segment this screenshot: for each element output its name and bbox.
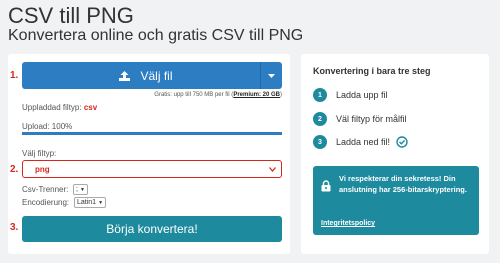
uploaded-type-label: Uppladdad filtyp: xyxy=(22,103,82,112)
choose-file-main[interactable]: Välj fil xyxy=(22,69,260,83)
page-subtitle: Konvertera online och gratis CSV till PN… xyxy=(8,27,304,44)
privacy-policy-link[interactable]: Integritetspolicy xyxy=(321,220,375,227)
check-circle-icon xyxy=(396,136,408,148)
step-row-3: 3 Ladda ned fil! xyxy=(313,135,408,149)
upload-progress-fill xyxy=(22,132,282,135)
step-row-1: 1 Ladda upp fil xyxy=(313,88,388,102)
select-arrow-icon: ▼ xyxy=(98,199,104,206)
steps-panel: Konvertering i bara tre steg 1 Ladda upp… xyxy=(301,54,489,254)
chevron-down-icon xyxy=(269,166,276,172)
converter-panel: 1. Välj fil Gratis: upp till 750 MB per … xyxy=(8,54,290,254)
csv-separator-select[interactable]: ; ▼ xyxy=(73,184,88,195)
upload-status: Upload: 100% xyxy=(22,122,73,131)
choose-type-label: Välj filtyp: xyxy=(22,149,57,158)
free-note-prefix: Gratis: upp till 750 MB per fil ( xyxy=(154,92,234,98)
step-text: Ladda upp fil xyxy=(336,90,388,100)
target-format-select[interactable]: png xyxy=(22,160,282,178)
csv-separator-label: Csv-Trenner: xyxy=(22,185,69,194)
select-arrow-icon: ▼ xyxy=(79,186,85,193)
premium-link[interactable]: Premium: 20 GB xyxy=(233,92,280,98)
choose-file-button[interactable]: Välj fil xyxy=(22,62,282,89)
step-number-1: 1. xyxy=(10,70,19,81)
encoding-value: Latin1 xyxy=(77,199,97,206)
caret-down-icon xyxy=(268,73,275,78)
encoding-label: Encodierung: xyxy=(22,198,70,207)
step-text: Ladda ned fil! xyxy=(336,137,391,147)
steps-title: Konvertering i bara tre steg xyxy=(313,66,431,76)
choose-file-label: Välj fil xyxy=(140,68,173,83)
privacy-notice: Vi respekterar din sekretess! Din anslut… xyxy=(313,166,479,235)
step-circle: 2 xyxy=(313,112,327,126)
privacy-text: Vi respekterar din sekretess! Din anslut… xyxy=(339,174,467,194)
step-text: Väl filtyp för målfil xyxy=(336,114,407,124)
step-row-2: 2 Väl filtyp för målfil xyxy=(313,112,407,126)
upload-progress-bar xyxy=(22,132,282,135)
target-format-value: png xyxy=(35,164,50,174)
step-circle: 1 xyxy=(313,88,327,102)
free-note-suffix: ) xyxy=(280,92,282,98)
step-circle: 3 xyxy=(313,135,327,149)
encoding-select[interactable]: Latin1 ▼ xyxy=(74,197,107,208)
choose-source-dropdown[interactable] xyxy=(260,62,282,89)
step-number-2: 2. xyxy=(10,164,19,175)
start-convert-button[interactable]: Börja konvertera! xyxy=(22,216,282,242)
uploaded-type-row: Uppladdad filtyp: csv xyxy=(22,103,97,112)
lock-icon xyxy=(321,180,331,192)
csv-separator-value: ; xyxy=(76,186,78,193)
upload-icon xyxy=(119,70,131,81)
page-title: CSV till PNG xyxy=(8,3,134,28)
free-limit-note: Gratis: upp till 750 MB per fil (Premium… xyxy=(154,92,282,98)
step-number-3: 3. xyxy=(10,222,19,233)
uploaded-type-value: csv xyxy=(83,103,98,112)
